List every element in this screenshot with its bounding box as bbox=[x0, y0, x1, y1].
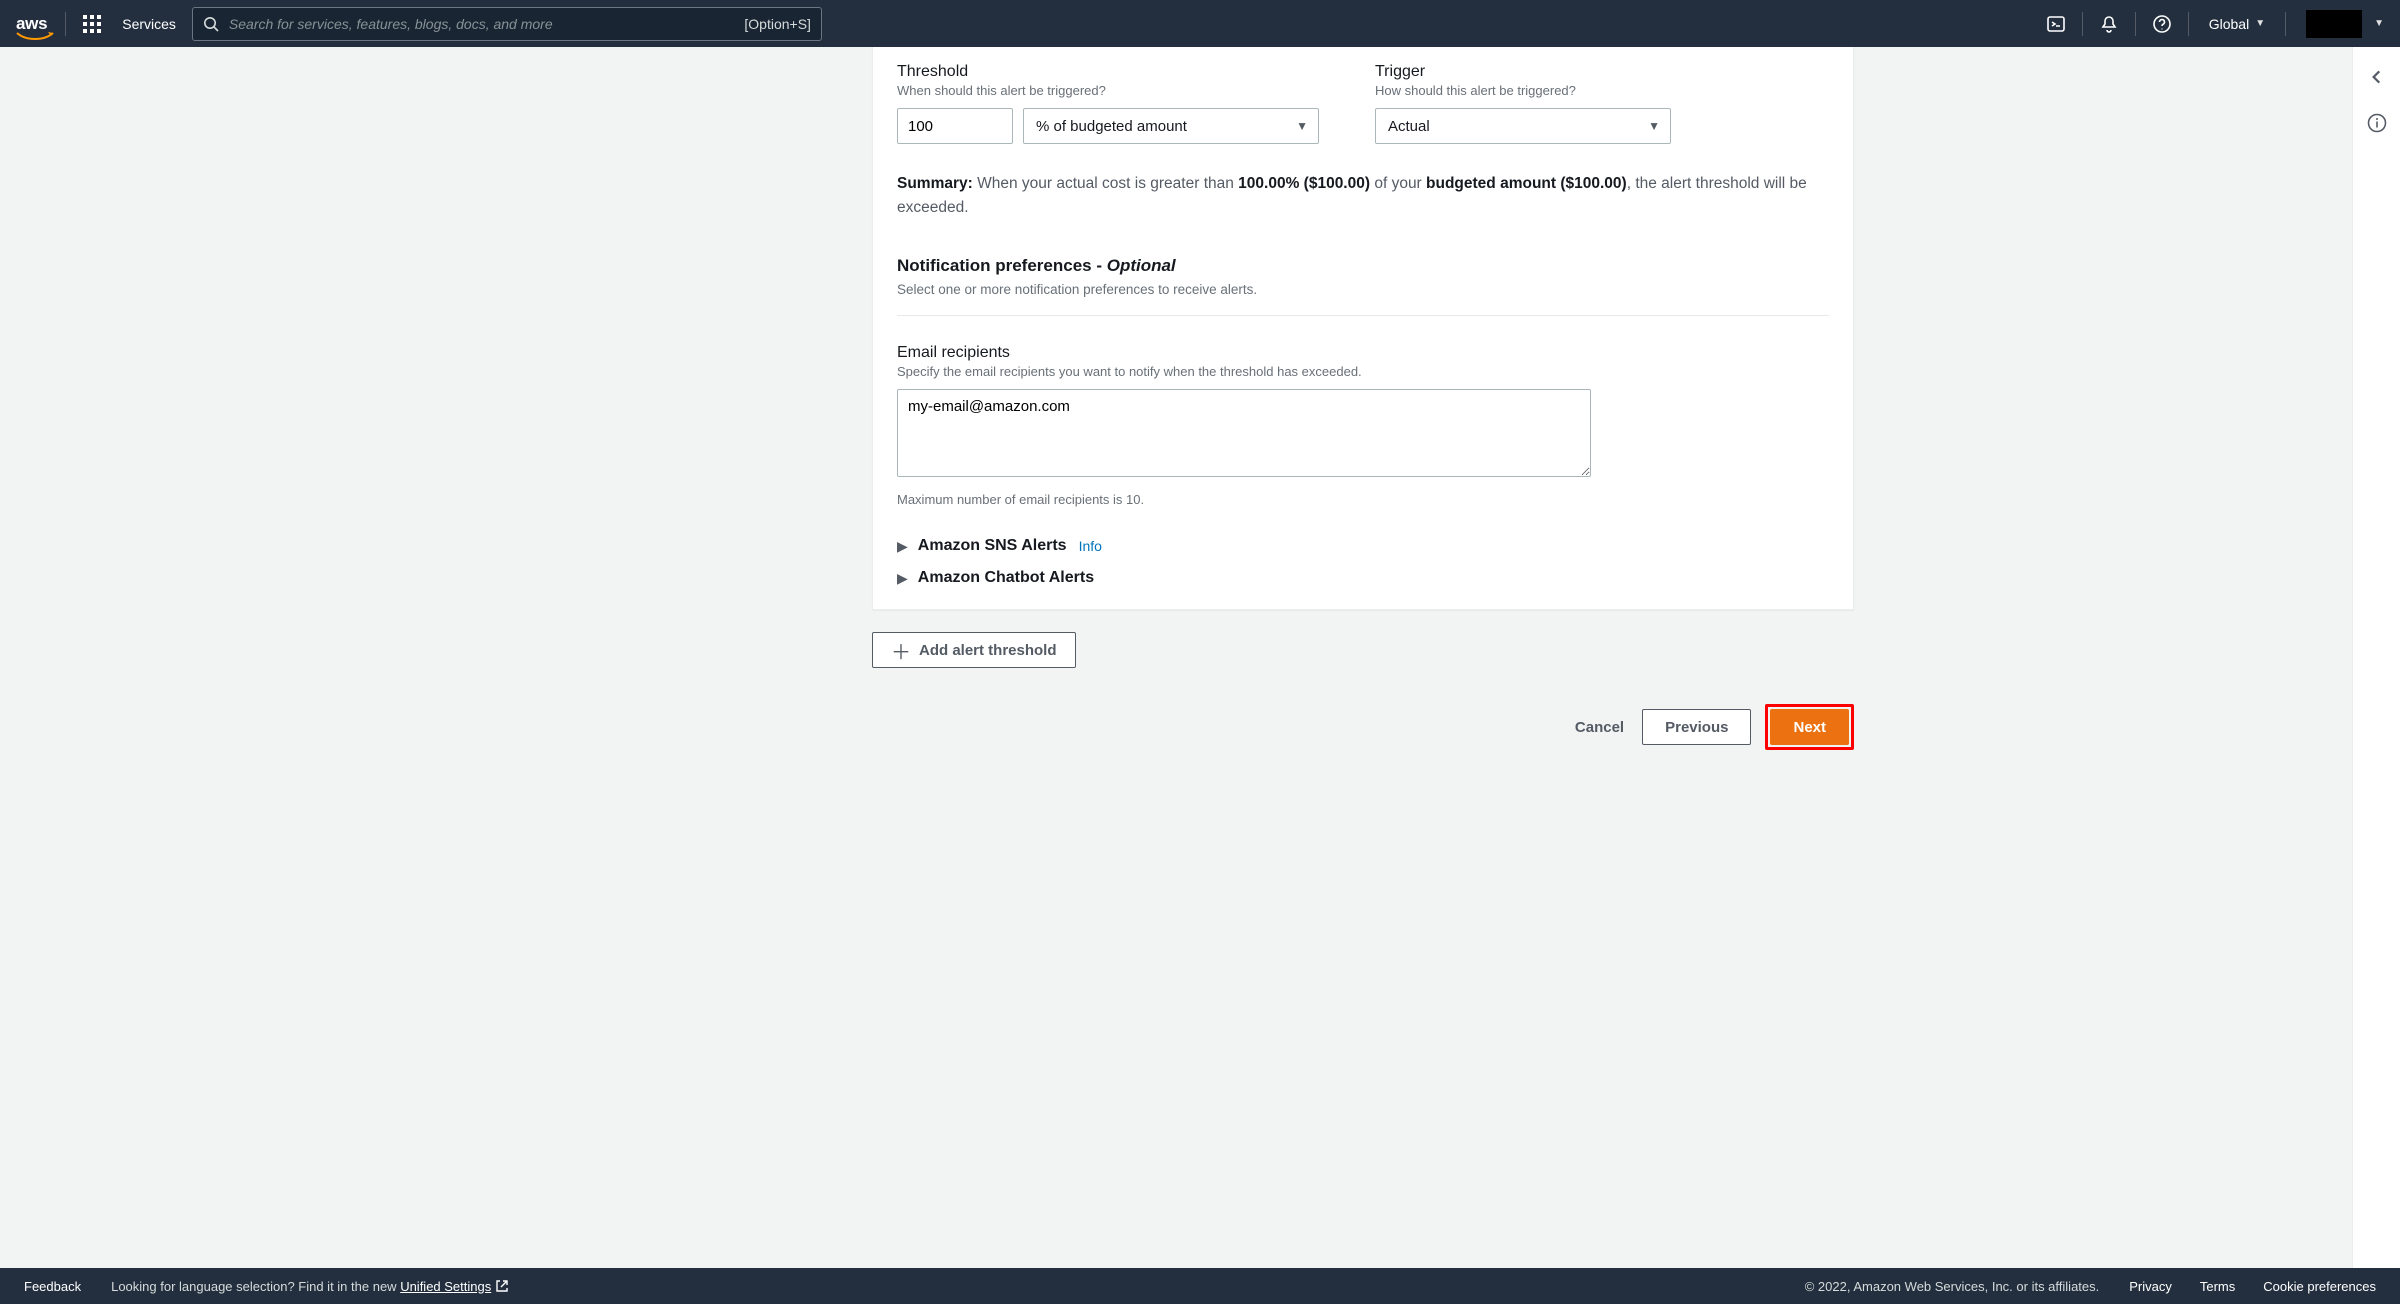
email-recipients-hint: Maximum number of email recipients is 10… bbox=[897, 492, 1829, 507]
previous-button[interactable]: Previous bbox=[1642, 709, 1751, 745]
plus-icon: ＋ bbox=[891, 636, 911, 665]
triangle-right-icon: ▶ bbox=[897, 570, 908, 587]
divider bbox=[2188, 12, 2189, 36]
threshold-help: When should this alert be triggered? bbox=[897, 83, 1351, 98]
apps-grid-icon[interactable] bbox=[78, 10, 106, 38]
search-shortcut-hint: [Option+S] bbox=[744, 16, 811, 32]
add-alert-threshold-button[interactable]: ＋ Add alert threshold bbox=[872, 632, 1076, 668]
terms-link[interactable]: Terms bbox=[2200, 1279, 2235, 1294]
divider bbox=[897, 315, 1829, 316]
email-recipients-input[interactable] bbox=[897, 389, 1591, 477]
chatbot-alerts-expander[interactable]: ▶ Amazon Chatbot Alerts bbox=[897, 569, 1829, 587]
help-panel-rail bbox=[2352, 47, 2400, 1268]
help-icon[interactable] bbox=[2148, 10, 2176, 38]
wizard-actions: Cancel Previous Next bbox=[872, 704, 1854, 750]
chevron-down-icon: ▼ bbox=[1648, 119, 1660, 133]
collapse-help-panel-icon[interactable] bbox=[2365, 65, 2389, 89]
divider bbox=[2285, 12, 2286, 36]
account-caret-icon[interactable]: ▼ bbox=[2374, 18, 2384, 29]
search-icon bbox=[203, 16, 219, 32]
services-menu[interactable]: Services bbox=[118, 16, 180, 32]
info-icon[interactable] bbox=[2365, 111, 2389, 135]
external-link-icon bbox=[495, 1279, 509, 1293]
account-menu[interactable] bbox=[2306, 10, 2362, 38]
trigger-help: How should this alert be triggered? bbox=[1375, 83, 1829, 98]
cookie-preferences-link[interactable]: Cookie preferences bbox=[2263, 1279, 2376, 1294]
feedback-link[interactable]: Feedback bbox=[24, 1279, 81, 1294]
notification-preferences-desc: Select one or more notification preferen… bbox=[897, 282, 1829, 297]
top-navigation: aws Services [Option+S] Global▼ ▼ bbox=[0, 0, 2400, 47]
chevron-down-icon: ▼ bbox=[1296, 119, 1308, 133]
language-hint: Looking for language selection? Find it … bbox=[111, 1279, 509, 1294]
copyright: © 2022, Amazon Web Services, Inc. or its… bbox=[1805, 1279, 2100, 1294]
footer: Feedback Looking for language selection?… bbox=[0, 1268, 2400, 1304]
email-recipients-help: Specify the email recipients you want to… bbox=[897, 364, 1829, 379]
cloudshell-icon[interactable] bbox=[2042, 10, 2070, 38]
privacy-link[interactable]: Privacy bbox=[2129, 1279, 2172, 1294]
email-recipients-label: Email recipients bbox=[897, 344, 1829, 362]
sns-alerts-expander[interactable]: ▶ Amazon SNS Alerts Info bbox=[897, 537, 1829, 555]
threshold-unit-select[interactable]: % of budgeted amount ▼ bbox=[1023, 108, 1319, 144]
threshold-value-input[interactable] bbox=[897, 108, 1013, 144]
divider bbox=[2135, 12, 2136, 36]
next-button[interactable]: Next bbox=[1770, 709, 1849, 745]
divider bbox=[65, 12, 66, 36]
cancel-button[interactable]: Cancel bbox=[1571, 711, 1628, 744]
threshold-label: Threshold bbox=[897, 63, 1351, 81]
alert-threshold-card: Threshold When should this alert be trig… bbox=[872, 47, 1854, 610]
trigger-label: Trigger bbox=[1375, 63, 1829, 81]
trigger-select[interactable]: Actual ▼ bbox=[1375, 108, 1671, 144]
triangle-right-icon: ▶ bbox=[897, 538, 908, 555]
sns-info-link[interactable]: Info bbox=[1079, 538, 1102, 554]
aws-logo[interactable]: aws bbox=[16, 14, 53, 34]
notifications-bell-icon[interactable] bbox=[2095, 10, 2123, 38]
global-search[interactable]: [Option+S] bbox=[192, 7, 822, 41]
region-selector[interactable]: Global▼ bbox=[2201, 16, 2273, 32]
next-button-highlight: Next bbox=[1765, 704, 1854, 750]
notification-preferences-heading: Notification preferences - Optional bbox=[897, 256, 1829, 276]
divider bbox=[2082, 12, 2083, 36]
summary-text: Summary: When your actual cost is greate… bbox=[897, 172, 1829, 220]
unified-settings-link[interactable]: Unified Settings bbox=[400, 1279, 509, 1294]
search-input[interactable] bbox=[229, 16, 734, 32]
